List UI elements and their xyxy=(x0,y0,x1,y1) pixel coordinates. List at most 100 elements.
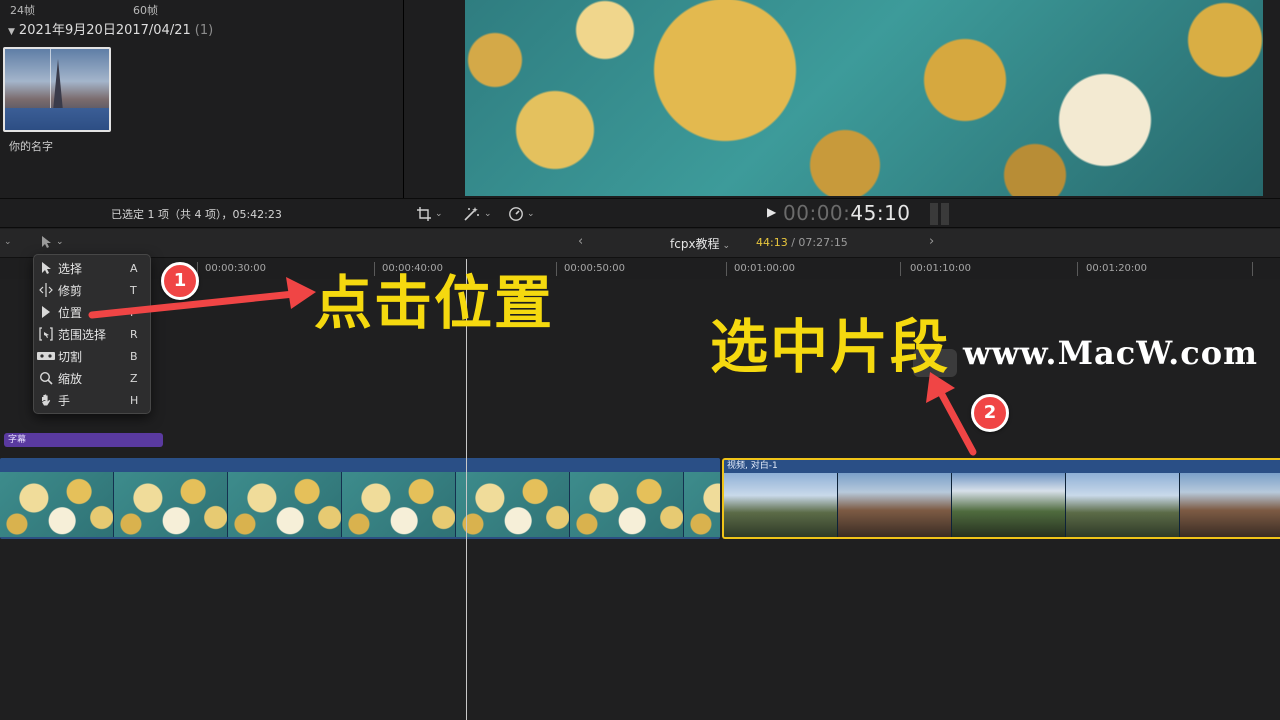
selected-video-clip[interactable]: 视频, 对白-1 xyxy=(722,458,1280,539)
next-project-icon[interactable]: › xyxy=(929,234,934,249)
transform-crop-menu[interactable]: ⌄ xyxy=(416,204,443,224)
tool-selector[interactable]: ⌄ xyxy=(40,235,64,249)
viewer-video-frame xyxy=(465,0,1263,196)
browser-pane: 24帧 60帧 ▼ 2021年9月20日2017/04/21 (1) 你的名字 xyxy=(0,0,402,198)
menu-item-range-select[interactable]: 范围选择 R xyxy=(34,323,150,345)
arrow-cursor-icon xyxy=(42,236,51,248)
selection-status: 已选定 1 项（共 4 项），05:42:23 xyxy=(111,208,282,221)
fps-label-24: 24帧 xyxy=(10,4,35,17)
chevron-down-icon: ⌄ xyxy=(435,209,443,219)
menu-item-zoom[interactable]: 缩放 Z xyxy=(34,367,150,389)
filmstrip-frame xyxy=(684,472,720,537)
menu-item-label: 缩放 xyxy=(58,371,83,386)
menu-item-shortcut: B xyxy=(130,349,138,363)
filmstrip-frame xyxy=(1180,473,1280,537)
project-name-label: fcpx教程 xyxy=(670,237,720,251)
menu-item-shortcut: T xyxy=(130,283,137,297)
timecode-display[interactable]: 00:00:45:10 xyxy=(783,201,911,225)
clip-header: 视频, 对白-1 xyxy=(724,460,1280,473)
filmstrip-frame xyxy=(1066,473,1180,537)
ruler-tick xyxy=(726,262,727,276)
menu-item-shortcut: R xyxy=(130,327,138,341)
disclosure-triangle-icon[interactable]: ▼ xyxy=(8,27,15,37)
trim-icon xyxy=(34,283,58,297)
viewer-pane xyxy=(403,0,1280,198)
previous-project-icon[interactable]: ‹ xyxy=(578,234,583,249)
ruler-label: 00:01:00:00 xyxy=(734,263,796,274)
blade-icon xyxy=(34,350,58,362)
fps-label-60: 60帧 xyxy=(133,4,158,17)
jellyfish-clip[interactable] xyxy=(0,458,720,539)
step-badge-1: 1 xyxy=(161,262,199,300)
timeline-header: ⌄ ⌄ ‹ fcpx教程 ⌄ 44:13 / 07:27:15 › xyxy=(0,229,1280,258)
filmstrip-frame xyxy=(570,472,684,537)
menu-item-label: 范围选择 xyxy=(58,327,107,342)
retime-menu[interactable]: ⌄ xyxy=(508,204,535,224)
watermark: www.MacW.com xyxy=(963,334,1258,372)
clip-thumbnail[interactable] xyxy=(3,47,111,132)
menu-item-select[interactable]: 选择 A xyxy=(34,257,150,279)
zoom-icon xyxy=(34,371,58,385)
ruler-tick xyxy=(1077,262,1078,276)
chevron-down-icon: ⌄ xyxy=(722,241,731,251)
menu-item-trim[interactable]: 修剪 T xyxy=(34,279,150,301)
tools-dropdown-menu: 选择 A 修剪 T 位置 P 范围选择 R 切割 B 缩放 Z 手 H xyxy=(33,254,151,414)
filmstrip-frame xyxy=(724,473,838,537)
range-select-icon xyxy=(34,326,58,342)
filmstrip xyxy=(724,473,1280,537)
title-clip[interactable]: 字幕 xyxy=(4,433,163,447)
audio-waveform xyxy=(5,108,109,130)
filmstrip-frame xyxy=(952,473,1066,537)
filmstrip-frame xyxy=(114,472,228,537)
ruler-tick xyxy=(556,262,557,276)
ruler-tick xyxy=(900,262,901,276)
duration-total: 07:27:15 xyxy=(798,236,848,249)
ruler-label: 00:01:10:00 xyxy=(910,263,972,274)
chevron-down-icon[interactable]: ⌄ xyxy=(4,237,12,247)
menu-item-shortcut: H xyxy=(130,393,139,407)
menu-item-label: 手 xyxy=(58,393,71,408)
clip-name: 你的名字 xyxy=(9,140,53,153)
menu-item-blade[interactable]: 切割 B xyxy=(34,345,150,367)
meter-right xyxy=(941,203,949,225)
event-title[interactable]: ▼ 2021年9月20日2017/04/21 (1) xyxy=(8,19,213,38)
duration-current: 44:13 xyxy=(756,236,788,249)
project-name[interactable]: fcpx教程 ⌄ xyxy=(670,235,730,252)
ruler-tick xyxy=(1252,262,1253,276)
annotation-click-position: 点击位置 xyxy=(314,269,555,337)
duration-separator: / xyxy=(787,236,799,249)
primary-storyline: 视频, 对白-1 xyxy=(0,458,1280,539)
speedometer-icon xyxy=(509,207,523,221)
menu-item-position[interactable]: 位置 P xyxy=(34,301,150,323)
step-badge-2: 2 xyxy=(971,394,1009,432)
menu-item-shortcut: P xyxy=(130,305,137,319)
arrow-cursor-icon xyxy=(34,261,58,275)
clip-header xyxy=(0,458,720,472)
audio-meter[interactable] xyxy=(930,203,950,225)
menu-item-hand[interactable]: 手 H xyxy=(34,389,150,411)
chevron-down-icon: ⌄ xyxy=(484,209,492,219)
filmstrip xyxy=(0,472,720,537)
filmstrip-frame xyxy=(456,472,570,537)
magic-wand-icon xyxy=(464,207,479,221)
filmstrip-frame xyxy=(0,472,114,537)
event-count: (1) xyxy=(194,23,214,38)
menu-item-label: 切割 xyxy=(58,349,83,364)
menu-item-label: 修剪 xyxy=(58,283,83,298)
menu-item-label: 选择 xyxy=(58,261,83,276)
timecode-value: 45:10 xyxy=(850,201,911,225)
crop-icon xyxy=(417,207,431,221)
filmstrip-frame xyxy=(838,473,952,537)
hand-icon xyxy=(34,393,58,408)
meter-left xyxy=(930,203,938,225)
thumbnail-image-icon xyxy=(53,59,63,111)
chevron-down-icon: ⌄ xyxy=(527,209,535,219)
menu-item-shortcut: A xyxy=(130,261,138,275)
menu-item-label: 位置 xyxy=(58,305,83,320)
timecode-leading: 00:00: xyxy=(783,201,851,225)
chevron-down-icon: ⌄ xyxy=(56,237,64,247)
enhancements-menu[interactable]: ⌄ xyxy=(463,204,492,224)
ruler-label: 00:01:20:00 xyxy=(1086,263,1148,274)
play-icon[interactable]: ▶ xyxy=(767,205,776,219)
annotation-select-clip: 选中片段 xyxy=(710,313,951,381)
